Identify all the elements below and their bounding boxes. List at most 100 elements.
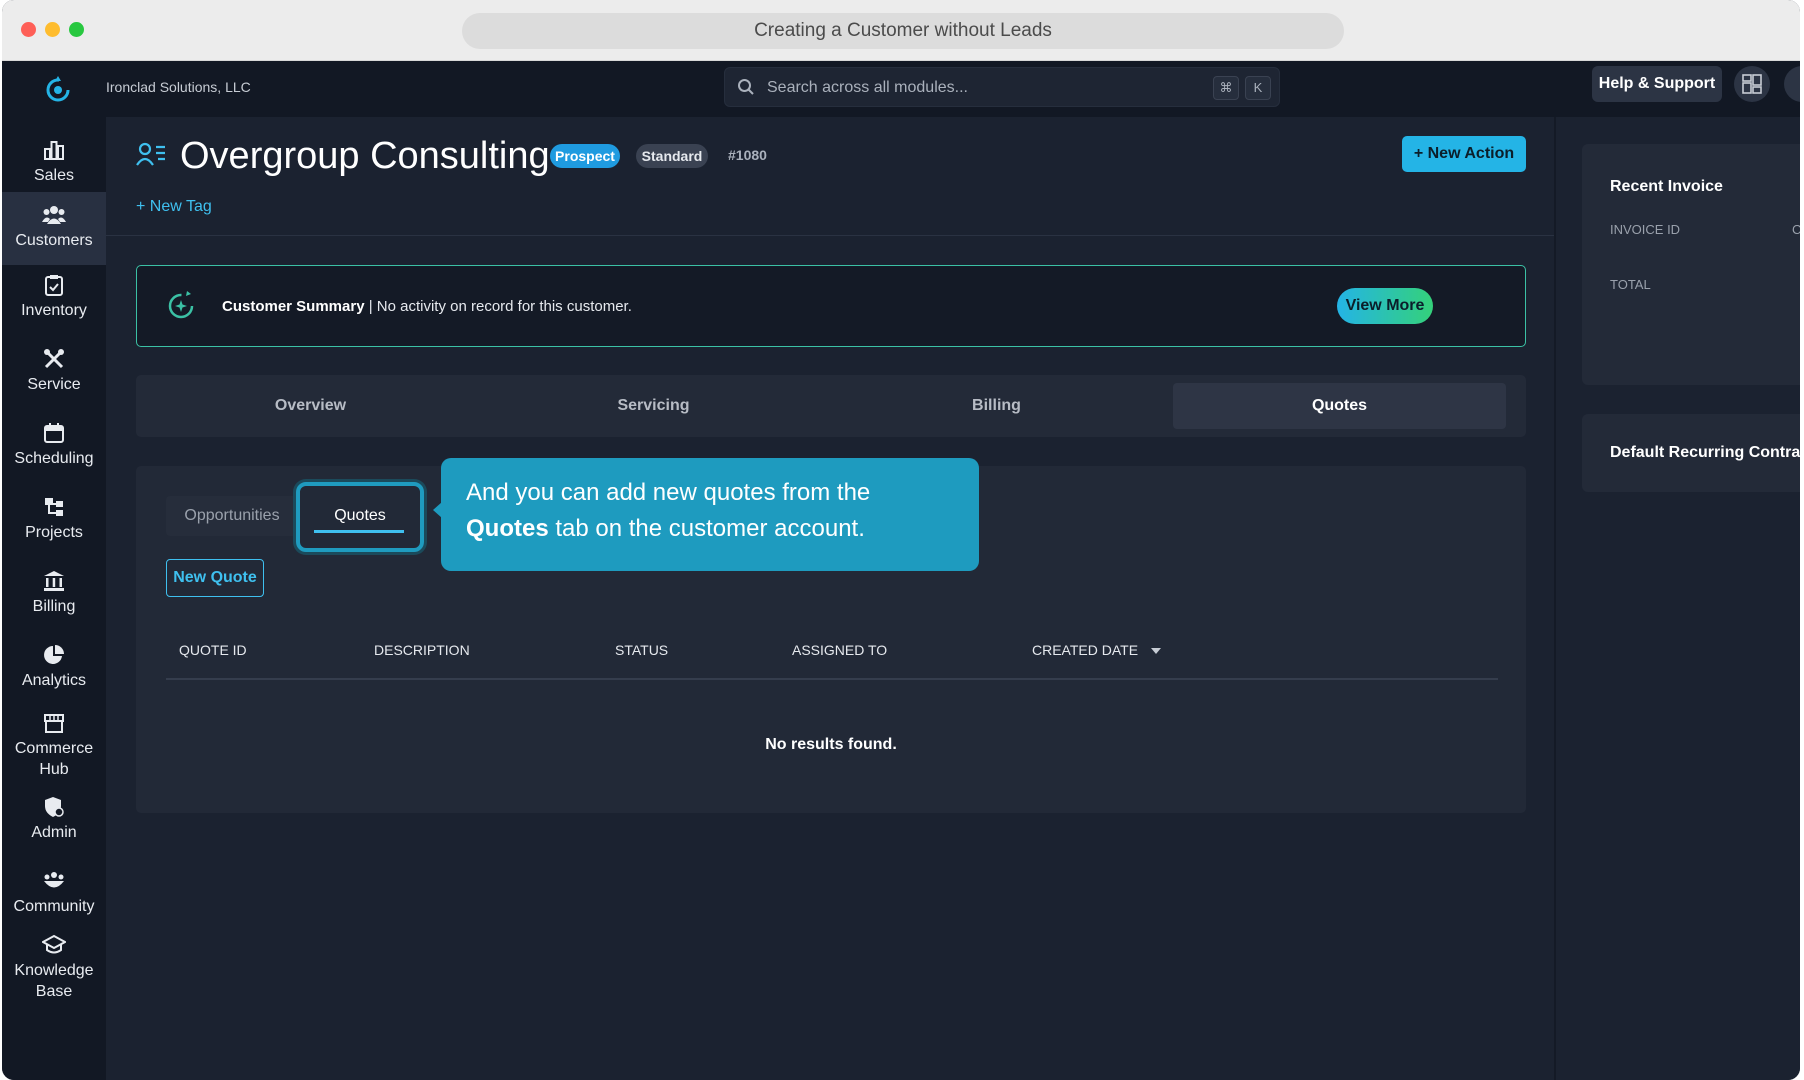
table-header-divider <box>166 678 1498 680</box>
community-icon <box>44 872 64 888</box>
customer-record-id: #1080 <box>728 147 767 163</box>
sidebar-item-label: Billing <box>32 598 76 615</box>
tier-badge: Standard <box>636 144 708 168</box>
empty-table-message: No results found. <box>765 736 897 753</box>
customer-profile-icon <box>136 142 165 166</box>
recent-invoice-card: Recent Invoice INVOICE ID CI TOTAL <box>1582 144 1800 385</box>
status-badge: Prospect <box>550 144 620 168</box>
new-action-button[interactable]: + New Action <box>1402 136 1526 172</box>
sidebar-item-billing[interactable]: Billing <box>2 570 106 634</box>
sidebar-item-community[interactable]: Community <box>2 870 106 934</box>
view-more-button[interactable]: View More <box>1337 288 1433 324</box>
shortcut-k-key: K <box>1245 76 1271 100</box>
sidebar-item-scheduling[interactable]: Scheduling <box>2 422 106 486</box>
summary-label: Customer Summary <box>222 298 365 315</box>
search-icon <box>738 79 754 95</box>
recurring-contract-title: Default Recurring Contract <box>1610 444 1800 461</box>
total-label: TOTAL <box>1610 277 1651 292</box>
main-content: Overgroup Consulting Prospect Standard #… <box>106 117 1554 1080</box>
people-icon <box>42 206 66 224</box>
close-window-button[interactable] <box>21 22 36 37</box>
pie-chart-icon <box>44 645 64 664</box>
sidebar-item-label: Inventory <box>21 302 87 319</box>
help-support-button[interactable]: Help & Support <box>1592 66 1722 102</box>
global-search-input[interactable]: Search across all modules... ⌘ K <box>724 67 1280 107</box>
bar-chart-icon <box>44 141 64 160</box>
clipboard-icon <box>45 275 63 296</box>
sidebar-item-label: Admin <box>31 824 77 841</box>
app-logo-icon[interactable] <box>42 73 74 105</box>
graduation-cap-icon <box>42 934 66 954</box>
sidebar-item-sales[interactable]: Sales <box>2 129 106 193</box>
column-header-created-date[interactable]: CREATED DATE <box>1032 641 1162 659</box>
search-placeholder: Search across all modules... <box>767 79 968 96</box>
callout-text-bold: Quotes <box>466 515 549 542</box>
store-icon <box>44 714 64 733</box>
apps-grid-button[interactable] <box>1734 66 1770 102</box>
column-header-quote-id[interactable]: QUOTE ID <box>179 641 247 659</box>
active-subtab-indicator <box>314 530 404 533</box>
sidebar-item-service[interactable]: Service <box>2 348 106 412</box>
tools-icon <box>44 349 64 369</box>
sidebar-item-label: Sales <box>33 167 75 184</box>
new-tag-button[interactable]: + New Tag <box>136 197 212 217</box>
plus-icon: + <box>1413 145 1428 162</box>
browser-title[interactable]: Creating a Customer without Leads <box>462 13 1344 49</box>
sidebar-item-analytics[interactable]: Analytics <box>2 644 106 708</box>
bank-icon <box>44 571 64 591</box>
callout-text-after: tab on the customer account. <box>548 515 865 542</box>
tutorial-callout: And you can add new quotes from the Quot… <box>441 458 979 571</box>
sidebar-item-commerce-hub[interactable]: Commerce Hub <box>2 712 106 786</box>
sidebar-item-label: Projects <box>25 524 83 541</box>
tab-overview[interactable]: Overview <box>144 383 477 429</box>
ai-sparkle-icon <box>168 291 194 319</box>
summary-message: No activity on record for this customer. <box>376 298 632 315</box>
tab-servicing[interactable]: Servicing <box>487 383 820 429</box>
tab-quotes[interactable]: Quotes <box>1173 383 1506 429</box>
sidebar-item-admin[interactable]: Admin <box>2 796 106 860</box>
column-header-status[interactable]: STATUS <box>615 641 668 659</box>
new-action-label: New Action <box>1427 145 1515 162</box>
subtab-opportunities[interactable]: Opportunities <box>166 496 298 536</box>
app-header: Ironclad Solutions, LLC Search across al… <box>2 61 1800 117</box>
sidebar-item-label: Knowledge Base <box>14 962 94 1000</box>
maximize-window-button[interactable] <box>69 22 84 37</box>
calendar-icon <box>44 423 64 443</box>
header-divider <box>106 235 1554 236</box>
sidebar-item-label: Analytics <box>21 672 87 689</box>
sidebar-item-customers[interactable]: Customers <box>2 192 106 265</box>
minimize-window-button[interactable] <box>45 22 60 37</box>
shortcut-cmd-key: ⌘ <box>1213 76 1239 100</box>
sidebar-item-label: Customers <box>15 232 93 249</box>
right-rail: Recent Invoice INVOICE ID CI TOTAL Defau… <box>1556 117 1800 1080</box>
sort-desc-icon <box>1150 648 1161 655</box>
plus-icon: + <box>136 198 150 215</box>
sidebar-item-projects[interactable]: Projects <box>2 496 106 560</box>
sidebar-item-label: Service <box>27 376 81 393</box>
sidebar-item-label: Community <box>13 898 95 915</box>
sidebar-item-inventory[interactable]: Inventory <box>2 274 106 338</box>
new-tag-label: New Tag <box>149 198 212 215</box>
tab-billing[interactable]: Billing <box>830 383 1163 429</box>
sidebar-item-label: Scheduling <box>14 450 94 467</box>
new-quote-button[interactable]: New Quote <box>166 559 264 597</box>
customer-summary-banner: Customer Summary | No activity on record… <box>136 265 1526 347</box>
column-header-description[interactable]: DESCRIPTION <box>374 641 470 659</box>
sidebar-item-knowledge-base[interactable]: Knowledge Base <box>2 934 106 1008</box>
sync-button[interactable] <box>1784 66 1800 102</box>
dashboard-grid-icon <box>1742 74 1762 94</box>
sidebar-nav: Sales Customers Inventory Service Schedu… <box>2 117 106 1080</box>
shield-user-icon <box>45 797 64 817</box>
app-window: Creating a Customer without Leads Ironcl… <box>2 0 1800 1080</box>
sitemap-icon <box>45 498 63 516</box>
organization-name: Ironclad Solutions, LLC <box>106 79 251 95</box>
browser-titlebar: Creating a Customer without Leads <box>2 0 1800 61</box>
customer-tabs: Overview Servicing Billing Quotes <box>136 375 1526 437</box>
summary-separator: | <box>364 298 377 315</box>
default-recurring-contract-card: Default Recurring Contract <box>1582 414 1800 492</box>
customer-name-title: Overgroup Consulting <box>180 135 550 177</box>
sidebar-item-label: Commerce Hub <box>14 740 94 778</box>
callout-text-before: And you can add new quotes from the <box>466 479 871 506</box>
column-header-assigned-to[interactable]: ASSIGNED TO <box>792 641 887 659</box>
summary-text: Customer Summary | No activity on record… <box>222 297 632 317</box>
